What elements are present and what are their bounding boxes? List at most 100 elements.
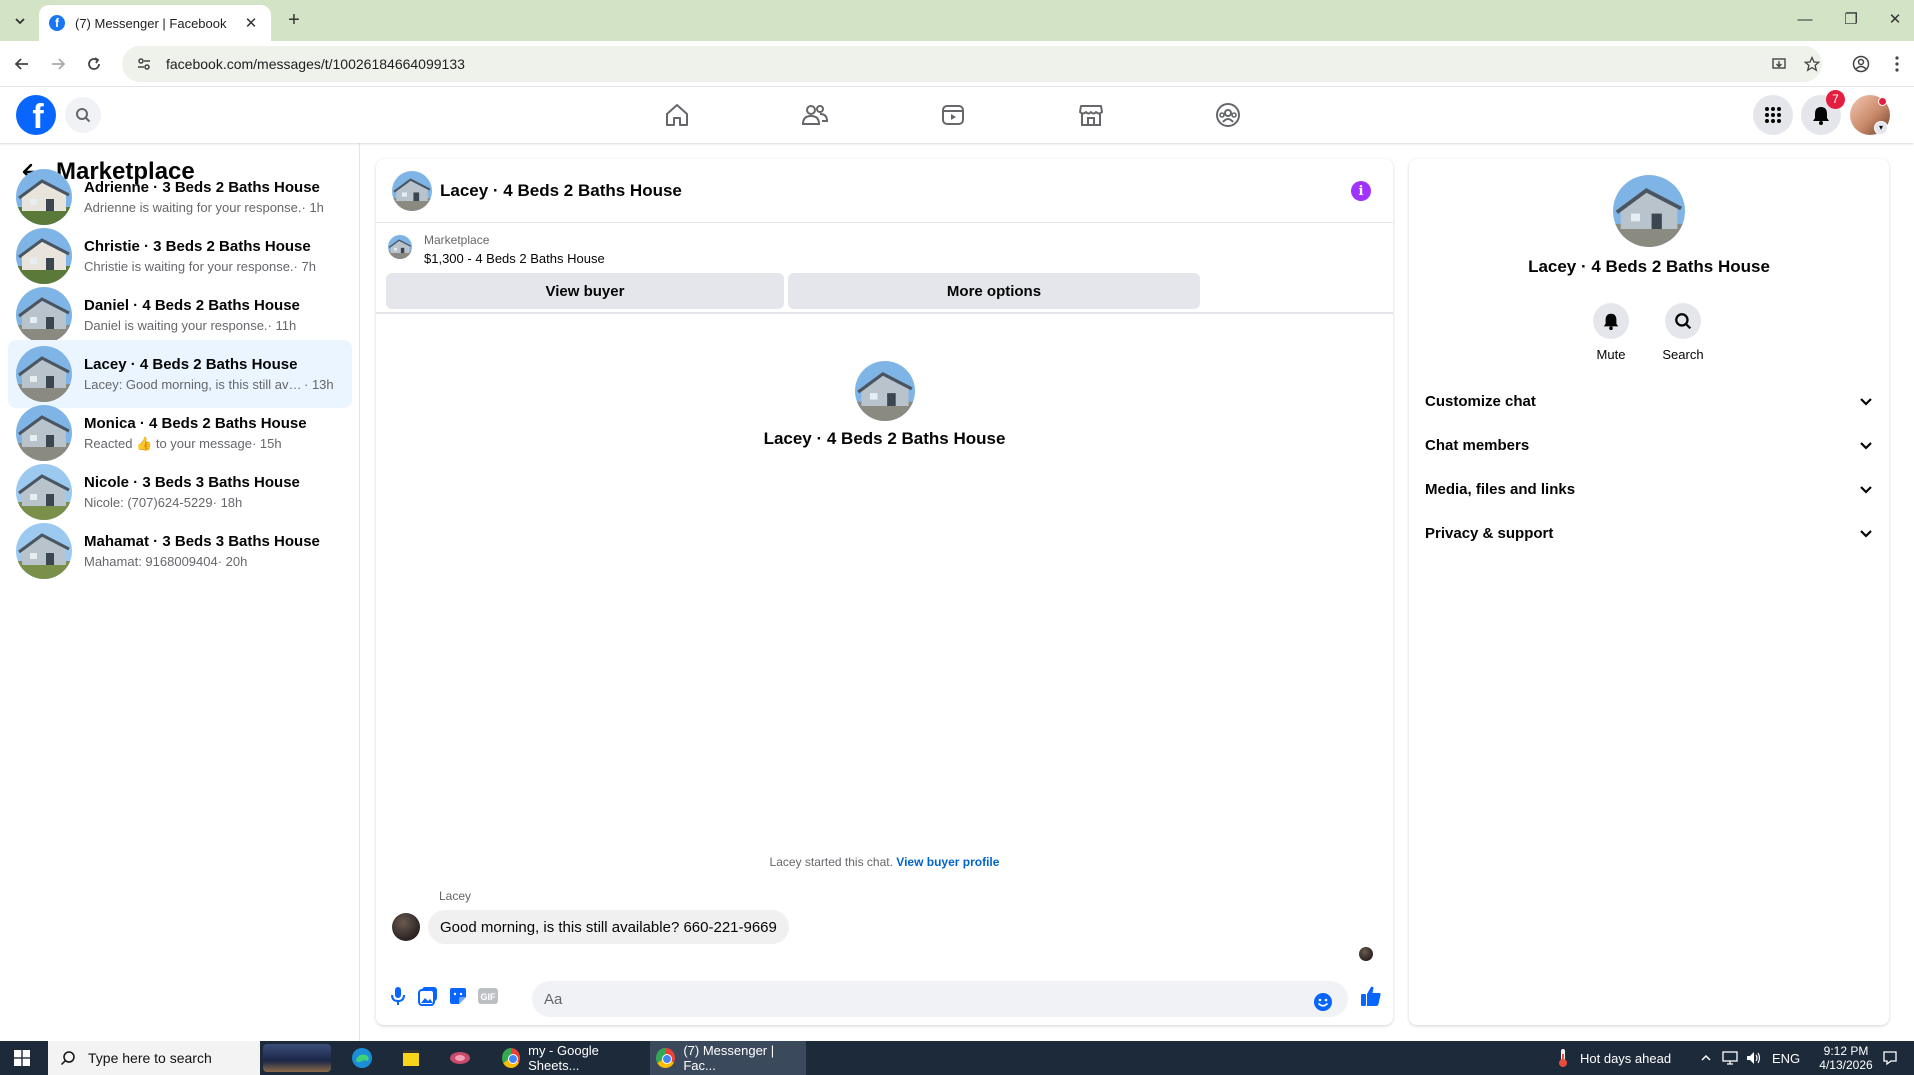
snipping-tool-icon[interactable] xyxy=(446,1044,474,1072)
conversation-item[interactable]: Mahamat · 3 Beds 3 Baths House Mahamat: 9… xyxy=(8,517,352,585)
conversation-time: · 7h xyxy=(293,259,316,274)
facebook-logo[interactable]: f xyxy=(16,95,56,135)
new-tab-icon[interactable]: + xyxy=(282,8,306,32)
chat-members-section[interactable]: Chat members xyxy=(1425,427,1873,463)
sticky-notes-icon[interactable] xyxy=(397,1044,425,1072)
conversation-name: Mahamat · 3 Beds 3 Baths House xyxy=(84,533,320,550)
weather-widget[interactable]: Hot days ahead xyxy=(1556,1041,1671,1075)
bell-icon[interactable] xyxy=(1593,303,1629,339)
info-icon[interactable]: i xyxy=(1351,181,1371,201)
info-name: Lacey · 4 Beds 2 Baths House xyxy=(1528,257,1770,276)
forward-arrow-icon[interactable] xyxy=(46,52,70,76)
conversation-preview: Adrienne is waiting for your response. xyxy=(84,200,302,215)
message-bubble[interactable]: Good morning, is this still available? 6… xyxy=(428,910,789,944)
menu-grid-button[interactable] xyxy=(1753,95,1793,135)
media-files-links-section[interactable]: Media, files and links xyxy=(1425,471,1873,507)
close-tab-icon[interactable]: ✕ xyxy=(241,14,261,32)
microphone-icon[interactable] xyxy=(386,984,410,1008)
gif-icon[interactable]: GIF xyxy=(476,984,500,1008)
home-icon xyxy=(666,104,688,126)
facebook-search-button[interactable] xyxy=(65,97,101,133)
search-icon[interactable] xyxy=(1665,303,1701,339)
taskbar-window-label: my - Google Sheets... xyxy=(528,1043,599,1073)
message-input[interactable] xyxy=(532,981,1348,1017)
conversation-text: Mahamat · 3 Beds 3 Baths House Mahamat: 9… xyxy=(84,533,344,569)
conversation-text: Nicole · 3 Beds 3 Baths House Nicole: (70… xyxy=(84,474,344,510)
search-label: Search xyxy=(1662,347,1704,362)
tab-search-chevron-icon[interactable] xyxy=(8,9,32,33)
chevron-down-icon xyxy=(1859,482,1873,496)
url-text: facebook.com/messages/t/1002618466409913… xyxy=(166,56,465,72)
address-bar[interactable]: facebook.com/messages/t/1002618466409913… xyxy=(122,46,1822,82)
conversation-preview-row: Mahamat: 9168009404 · 20h xyxy=(84,554,344,569)
notification-center-icon[interactable] xyxy=(1882,1041,1898,1075)
photo-attach-icon[interactable] xyxy=(416,984,440,1008)
conversation-item[interactable]: Adrienne · 3 Beds 2 Baths House Adrienne … xyxy=(8,163,352,231)
groups-nav-button[interactable] xyxy=(1208,96,1248,134)
notification-count-badge: 7 xyxy=(1826,90,1845,109)
conversation-time: · 13h xyxy=(304,377,334,392)
friends-nav-button[interactable] xyxy=(795,96,835,134)
section-label: Chat members xyxy=(1425,436,1530,454)
search-action[interactable]: Search xyxy=(1653,303,1713,362)
privacy-support-section[interactable]: Privacy & support xyxy=(1425,515,1873,551)
windows-start-icon[interactable] xyxy=(14,1050,30,1066)
view-buyer-profile-link[interactable]: View buyer profile xyxy=(896,855,999,869)
browser-tab-strip: f (7) Messenger | Facebook ✕ + — ❐ ✕ xyxy=(0,0,1914,41)
message-text: Good morning, is this still available? 6… xyxy=(440,918,777,936)
reload-icon[interactable] xyxy=(82,52,106,76)
volume-icon[interactable] xyxy=(1746,1041,1762,1075)
more-options-button[interactable]: More options xyxy=(788,273,1200,309)
install-app-icon[interactable] xyxy=(1767,52,1791,76)
taskbar-clock[interactable]: 9:12 PM 4/13/2026 xyxy=(1816,1044,1876,1072)
edge-browser-icon[interactable] xyxy=(348,1044,376,1072)
customize-chat-section[interactable]: Customize chat xyxy=(1425,383,1873,419)
listing-price-title[interactable]: $1,300 - 4 Beds 2 Baths House xyxy=(424,251,605,266)
account-chevron-down-icon[interactable]: ▾ xyxy=(1874,121,1888,135)
conversation-avatar xyxy=(16,405,72,461)
sticker-icon[interactable] xyxy=(446,984,470,1008)
taskbar-messenger-window[interactable]: (7) Messenger | Fac... xyxy=(650,1041,806,1075)
chat-header-title[interactable]: Lacey · 4 Beds 2 Baths House xyxy=(440,181,682,201)
listing-thumbnail[interactable] xyxy=(388,235,412,259)
close-window-icon[interactable]: ✕ xyxy=(1881,8,1909,32)
conversation-item[interactable]: Christie · 3 Beds 2 Baths House Christie … xyxy=(8,222,352,290)
chat-intro-avatar[interactable] xyxy=(855,361,915,421)
emoji-icon[interactable] xyxy=(1311,990,1335,1014)
back-arrow-icon[interactable] xyxy=(10,52,34,76)
conversation-preview: Nicole: (707)624-5229 xyxy=(84,495,213,510)
thumbs-up-send-icon[interactable] xyxy=(1359,984,1383,1008)
home-nav-button[interactable] xyxy=(657,96,697,134)
chevron-down-icon xyxy=(1859,438,1873,452)
mute-action[interactable]: Mute xyxy=(1581,303,1641,362)
taskbar-news-widget-icon[interactable] xyxy=(262,1044,332,1072)
restore-window-icon[interactable]: ❐ xyxy=(1837,8,1865,32)
conversation-name: Lacey · 4 Beds 2 Baths House xyxy=(84,356,298,373)
browser-tab-messenger[interactable]: f (7) Messenger | Facebook ✕ xyxy=(39,5,271,41)
conversation-item[interactable]: Daniel · 4 Beds 2 Baths House Daniel is w… xyxy=(8,281,352,349)
video-nav-button[interactable] xyxy=(933,96,973,134)
view-buyer-button[interactable]: View buyer xyxy=(386,273,784,309)
taskbar-google-sheets-window[interactable]: my - Google Sheets... xyxy=(496,1041,642,1075)
browser-menu-icon[interactable] xyxy=(1885,52,1909,76)
site-settings-icon[interactable] xyxy=(136,56,152,72)
taskbar-window-label: (7) Messenger | Fac... xyxy=(683,1043,775,1073)
conversation-item[interactable]: Monica · 4 Beds 2 Baths House Reacted 👍 t… xyxy=(8,399,352,467)
info-avatar[interactable] xyxy=(1613,175,1685,247)
marketplace-nav-button[interactable] xyxy=(1071,96,1111,134)
taskbar-search-box[interactable]: Type here to search xyxy=(48,1041,260,1075)
chat-header-avatar[interactable] xyxy=(392,170,432,211)
language-indicator[interactable]: ENG xyxy=(1772,1041,1800,1075)
conversation-time: · 18h xyxy=(212,495,243,510)
minimize-window-icon[interactable]: — xyxy=(1791,8,1819,32)
show-hidden-icons-chevron-icon[interactable] xyxy=(1700,1041,1712,1075)
conversation-preview: Mahamat: 9168009404 xyxy=(84,554,218,569)
conversation-item[interactable]: Lacey · 4 Beds 2 Baths House Lacey: Good … xyxy=(8,340,352,408)
profile-icon[interactable] xyxy=(1849,52,1873,76)
bookmark-star-icon[interactable] xyxy=(1800,52,1824,76)
conversation-preview-row: Adrienne is waiting for your response. ·… xyxy=(84,200,344,215)
conversation-item[interactable]: Nicole · 3 Beds 3 Baths House Nicole: (70… xyxy=(8,458,352,526)
conversation-preview-row: Christie is waiting for your response. ·… xyxy=(84,259,344,274)
network-icon[interactable] xyxy=(1722,1041,1738,1075)
sender-avatar[interactable] xyxy=(392,913,420,941)
